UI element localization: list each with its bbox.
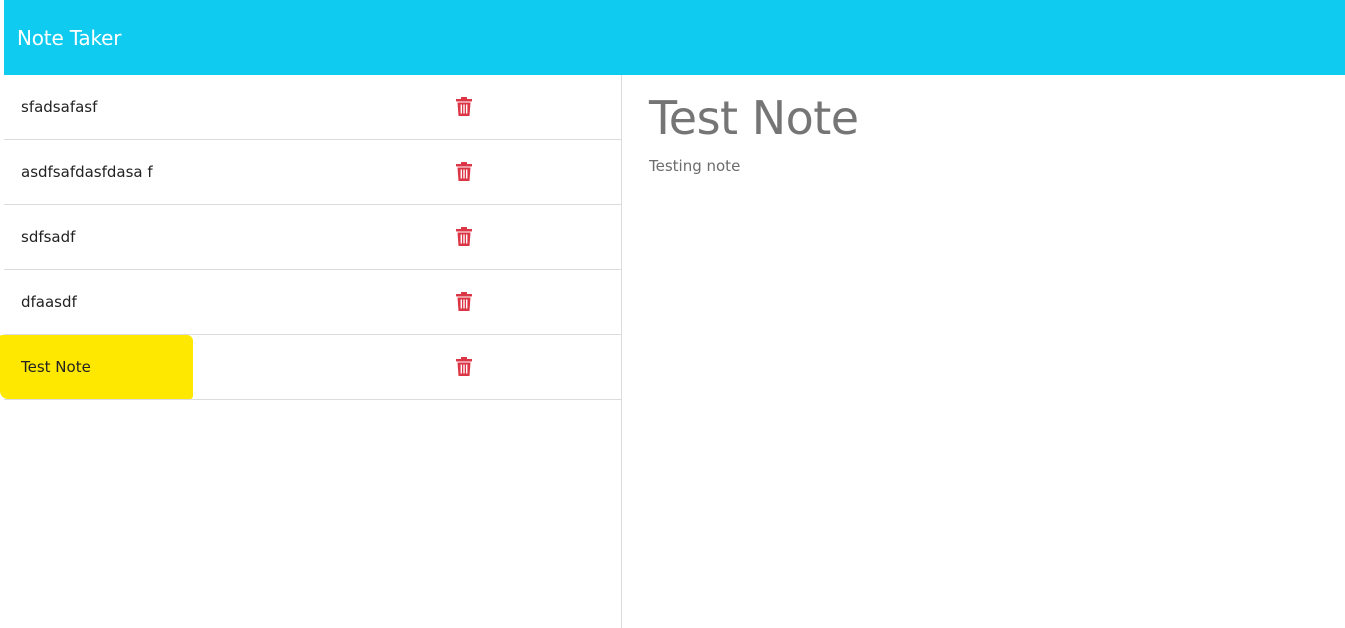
delete-note-button[interactable] [456, 292, 472, 311]
delete-note-button[interactable] [456, 97, 472, 116]
trash-icon [456, 292, 472, 311]
note-editor: Test Note Testing note [623, 75, 1345, 628]
note-list-item[interactable]: sdfsadf [4, 205, 621, 270]
app-title[interactable]: Note Taker [17, 26, 121, 50]
note-list-item[interactable]: asdfsafdasfdasa f [4, 140, 621, 205]
trash-icon [456, 97, 472, 116]
note-list-item[interactable]: sfadsafasf [4, 75, 621, 140]
note-title[interactable]: dfaasdf [21, 293, 77, 311]
note-title-field[interactable]: Test Note [649, 91, 1345, 145]
note-title[interactable]: sfadsafasf [21, 98, 97, 116]
delete-note-button[interactable] [456, 162, 472, 181]
note-title[interactable]: Test Note [21, 358, 91, 376]
delete-note-button[interactable] [456, 227, 472, 246]
notes-sidebar: sfadsafasf asdfsafdasfdasa f sdfsadf dfa… [0, 75, 622, 628]
delete-note-button[interactable] [456, 357, 472, 376]
trash-icon [456, 162, 472, 181]
note-list: sfadsafasf asdfsafdasfdasa f sdfsadf dfa… [0, 75, 621, 400]
note-text-field[interactable]: Testing note [649, 157, 1345, 175]
note-list-item[interactable]: dfaasdf [4, 270, 621, 335]
trash-icon [456, 357, 472, 376]
note-list-item[interactable]: Test Note [0, 335, 621, 400]
trash-icon [456, 227, 472, 246]
note-taker-app: Note Taker sfadsafasf asdfsafdasfdasa f … [0, 0, 1345, 628]
note-title[interactable]: asdfsafdasfdasa f [21, 163, 153, 181]
navbar: Note Taker [4, 0, 1345, 75]
note-title[interactable]: sdfsadf [21, 228, 75, 246]
